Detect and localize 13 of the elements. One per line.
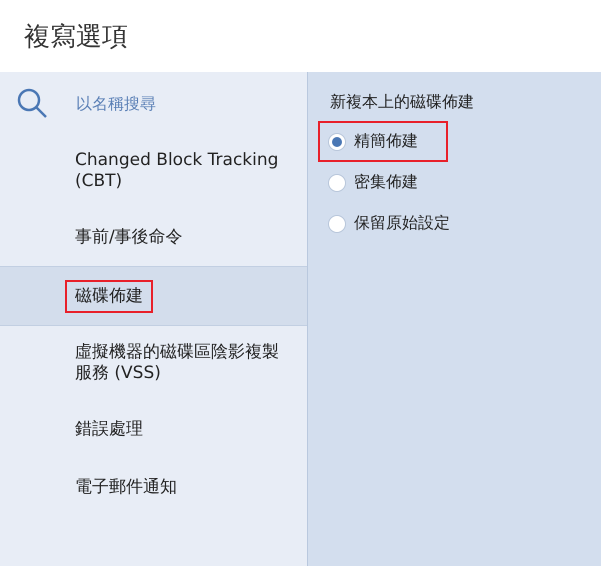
search-field[interactable]: 以名稱搜尋 — [74, 92, 278, 114]
sidebar-item[interactable]: 事前/事後命令 — [0, 208, 307, 266]
sidebar-item[interactable]: 虛擬機器的磁碟區陰影複製服務 (VSS) — [0, 326, 307, 400]
sidebar-item[interactable]: 磁碟佈建 — [0, 266, 307, 326]
radio-option[interactable]: 保留原始設定 — [318, 203, 480, 244]
sidebar-item[interactable]: 錯誤處理 — [0, 400, 307, 458]
section-heading: 新複本上的磁碟佈建 — [330, 92, 474, 113]
radio-option[interactable]: 精簡佈建 — [318, 121, 448, 162]
window-title: 複寫選項 — [24, 20, 128, 54]
sidebar-item[interactable]: Changed Block Tracking (CBT) — [0, 134, 307, 208]
search-icon — [16, 87, 48, 119]
radio-option[interactable]: 密集佈建 — [318, 162, 448, 203]
sidebar-item[interactable]: 電子郵件通知 — [0, 458, 307, 516]
